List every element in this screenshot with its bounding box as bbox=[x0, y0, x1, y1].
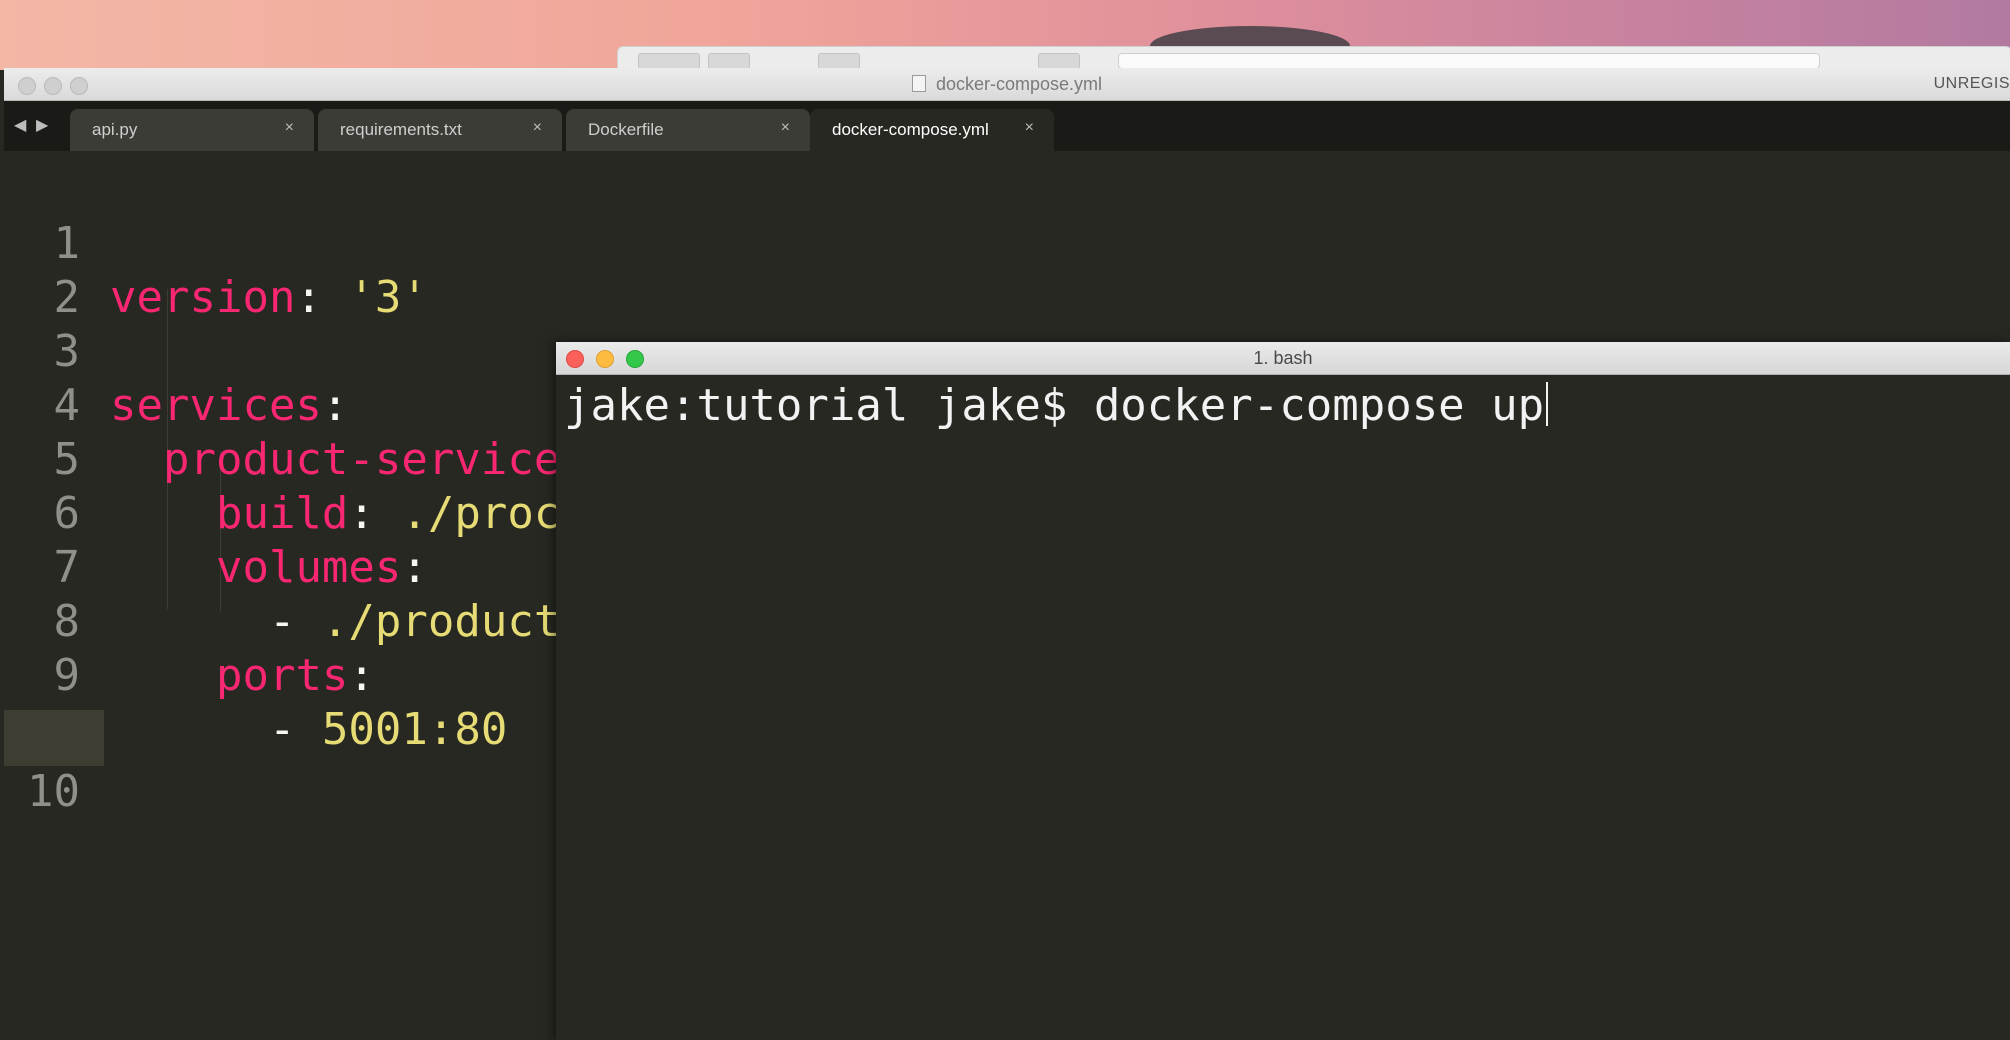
yaml-key: build bbox=[215, 488, 349, 539]
yaml-key: ports bbox=[215, 650, 349, 701]
tab-docker-compose-yml[interactable]: docker-compose.yml × bbox=[810, 109, 1054, 151]
close-tab-icon[interactable]: × bbox=[1025, 119, 1034, 137]
terminal-title: 1. bash bbox=[1253, 348, 1313, 368]
line-number: 9 bbox=[53, 650, 81, 701]
code-line: 9 - 5001:80 bbox=[4, 595, 508, 755]
editor-title-text: docker-compose.yml bbox=[935, 74, 1103, 94]
editor-title: docker-compose.yml bbox=[4, 68, 2010, 100]
tab-label: docker-compose.yml bbox=[832, 120, 989, 139]
back-arrow-icon[interactable]: ◀ bbox=[14, 115, 26, 134]
yaml-dash: - bbox=[268, 704, 322, 755]
terminal-command-line[interactable]: jake:tutorial jake$ docker-compose up bbox=[564, 379, 1549, 433]
tab-label: api.py bbox=[92, 120, 138, 139]
terminal-command: docker-compose up bbox=[1093, 380, 1545, 431]
yaml-value: 5001:80 bbox=[321, 704, 508, 755]
browser-nav-buttons[interactable] bbox=[638, 53, 700, 69]
code-line: 3 services: bbox=[4, 271, 349, 431]
text-cursor bbox=[1546, 382, 1549, 426]
code-line: 1 version: '3' bbox=[4, 163, 428, 323]
code-line: 4 product-service: bbox=[4, 325, 587, 485]
yaml-value: '3' bbox=[348, 272, 428, 323]
line-number: 10 bbox=[27, 766, 80, 817]
code-line: 10 bbox=[4, 711, 163, 817]
terminal-titlebar: 1. bash bbox=[556, 342, 2010, 375]
tab-dockerfile[interactable]: Dockerfile × bbox=[566, 109, 810, 151]
unregistered-label: UNREGIS bbox=[1933, 75, 2010, 92]
close-tab-icon[interactable]: × bbox=[285, 119, 294, 137]
browser-sidebar-button[interactable] bbox=[708, 53, 750, 69]
yaml-dash: - bbox=[268, 596, 322, 647]
tab-api-py[interactable]: api.py × bbox=[70, 109, 314, 151]
editor-titlebar: docker-compose.yml UNREGIS bbox=[4, 68, 2010, 101]
yaml-key: volumes bbox=[215, 542, 402, 593]
code-line: 6 volumes: bbox=[4, 433, 428, 593]
yaml-punct: : bbox=[348, 488, 402, 539]
browser-tab-button[interactable] bbox=[818, 53, 860, 69]
terminal-window[interactable]: 1. bash jake:tutorial jake$ docker-compo… bbox=[556, 342, 2010, 1040]
tab-requirements-txt[interactable]: requirements.txt × bbox=[318, 109, 562, 151]
browser-shield-button[interactable] bbox=[1038, 53, 1080, 69]
yaml-value: ./product bbox=[321, 596, 561, 647]
yaml-punct: : bbox=[295, 272, 349, 323]
close-tab-icon[interactable]: × bbox=[533, 119, 542, 137]
code-line: 8 ports: bbox=[4, 541, 375, 701]
yaml-punct: : bbox=[401, 542, 428, 593]
code-line: 5 build: ./proc bbox=[4, 379, 561, 539]
code-line: 2 bbox=[4, 217, 163, 323]
terminal-prompt: jake:tutorial jake$ bbox=[564, 380, 1094, 431]
tab-bar: ◀ ▶ api.py × requirements.txt × Dockerfi… bbox=[4, 101, 2010, 151]
forward-arrow-icon[interactable]: ▶ bbox=[36, 115, 48, 134]
close-tab-icon[interactable]: × bbox=[781, 119, 790, 137]
tab-label: requirements.txt bbox=[340, 120, 462, 139]
browser-url-bar[interactable] bbox=[1118, 53, 1820, 69]
yaml-punct: : bbox=[321, 380, 349, 431]
yaml-key: product-service bbox=[162, 434, 561, 485]
code-line: 7 - ./product bbox=[4, 487, 561, 647]
yaml-value: ./proc bbox=[401, 488, 561, 539]
tab-label: Dockerfile bbox=[588, 120, 664, 139]
yaml-punct: : bbox=[348, 650, 375, 701]
document-icon bbox=[911, 75, 926, 92]
